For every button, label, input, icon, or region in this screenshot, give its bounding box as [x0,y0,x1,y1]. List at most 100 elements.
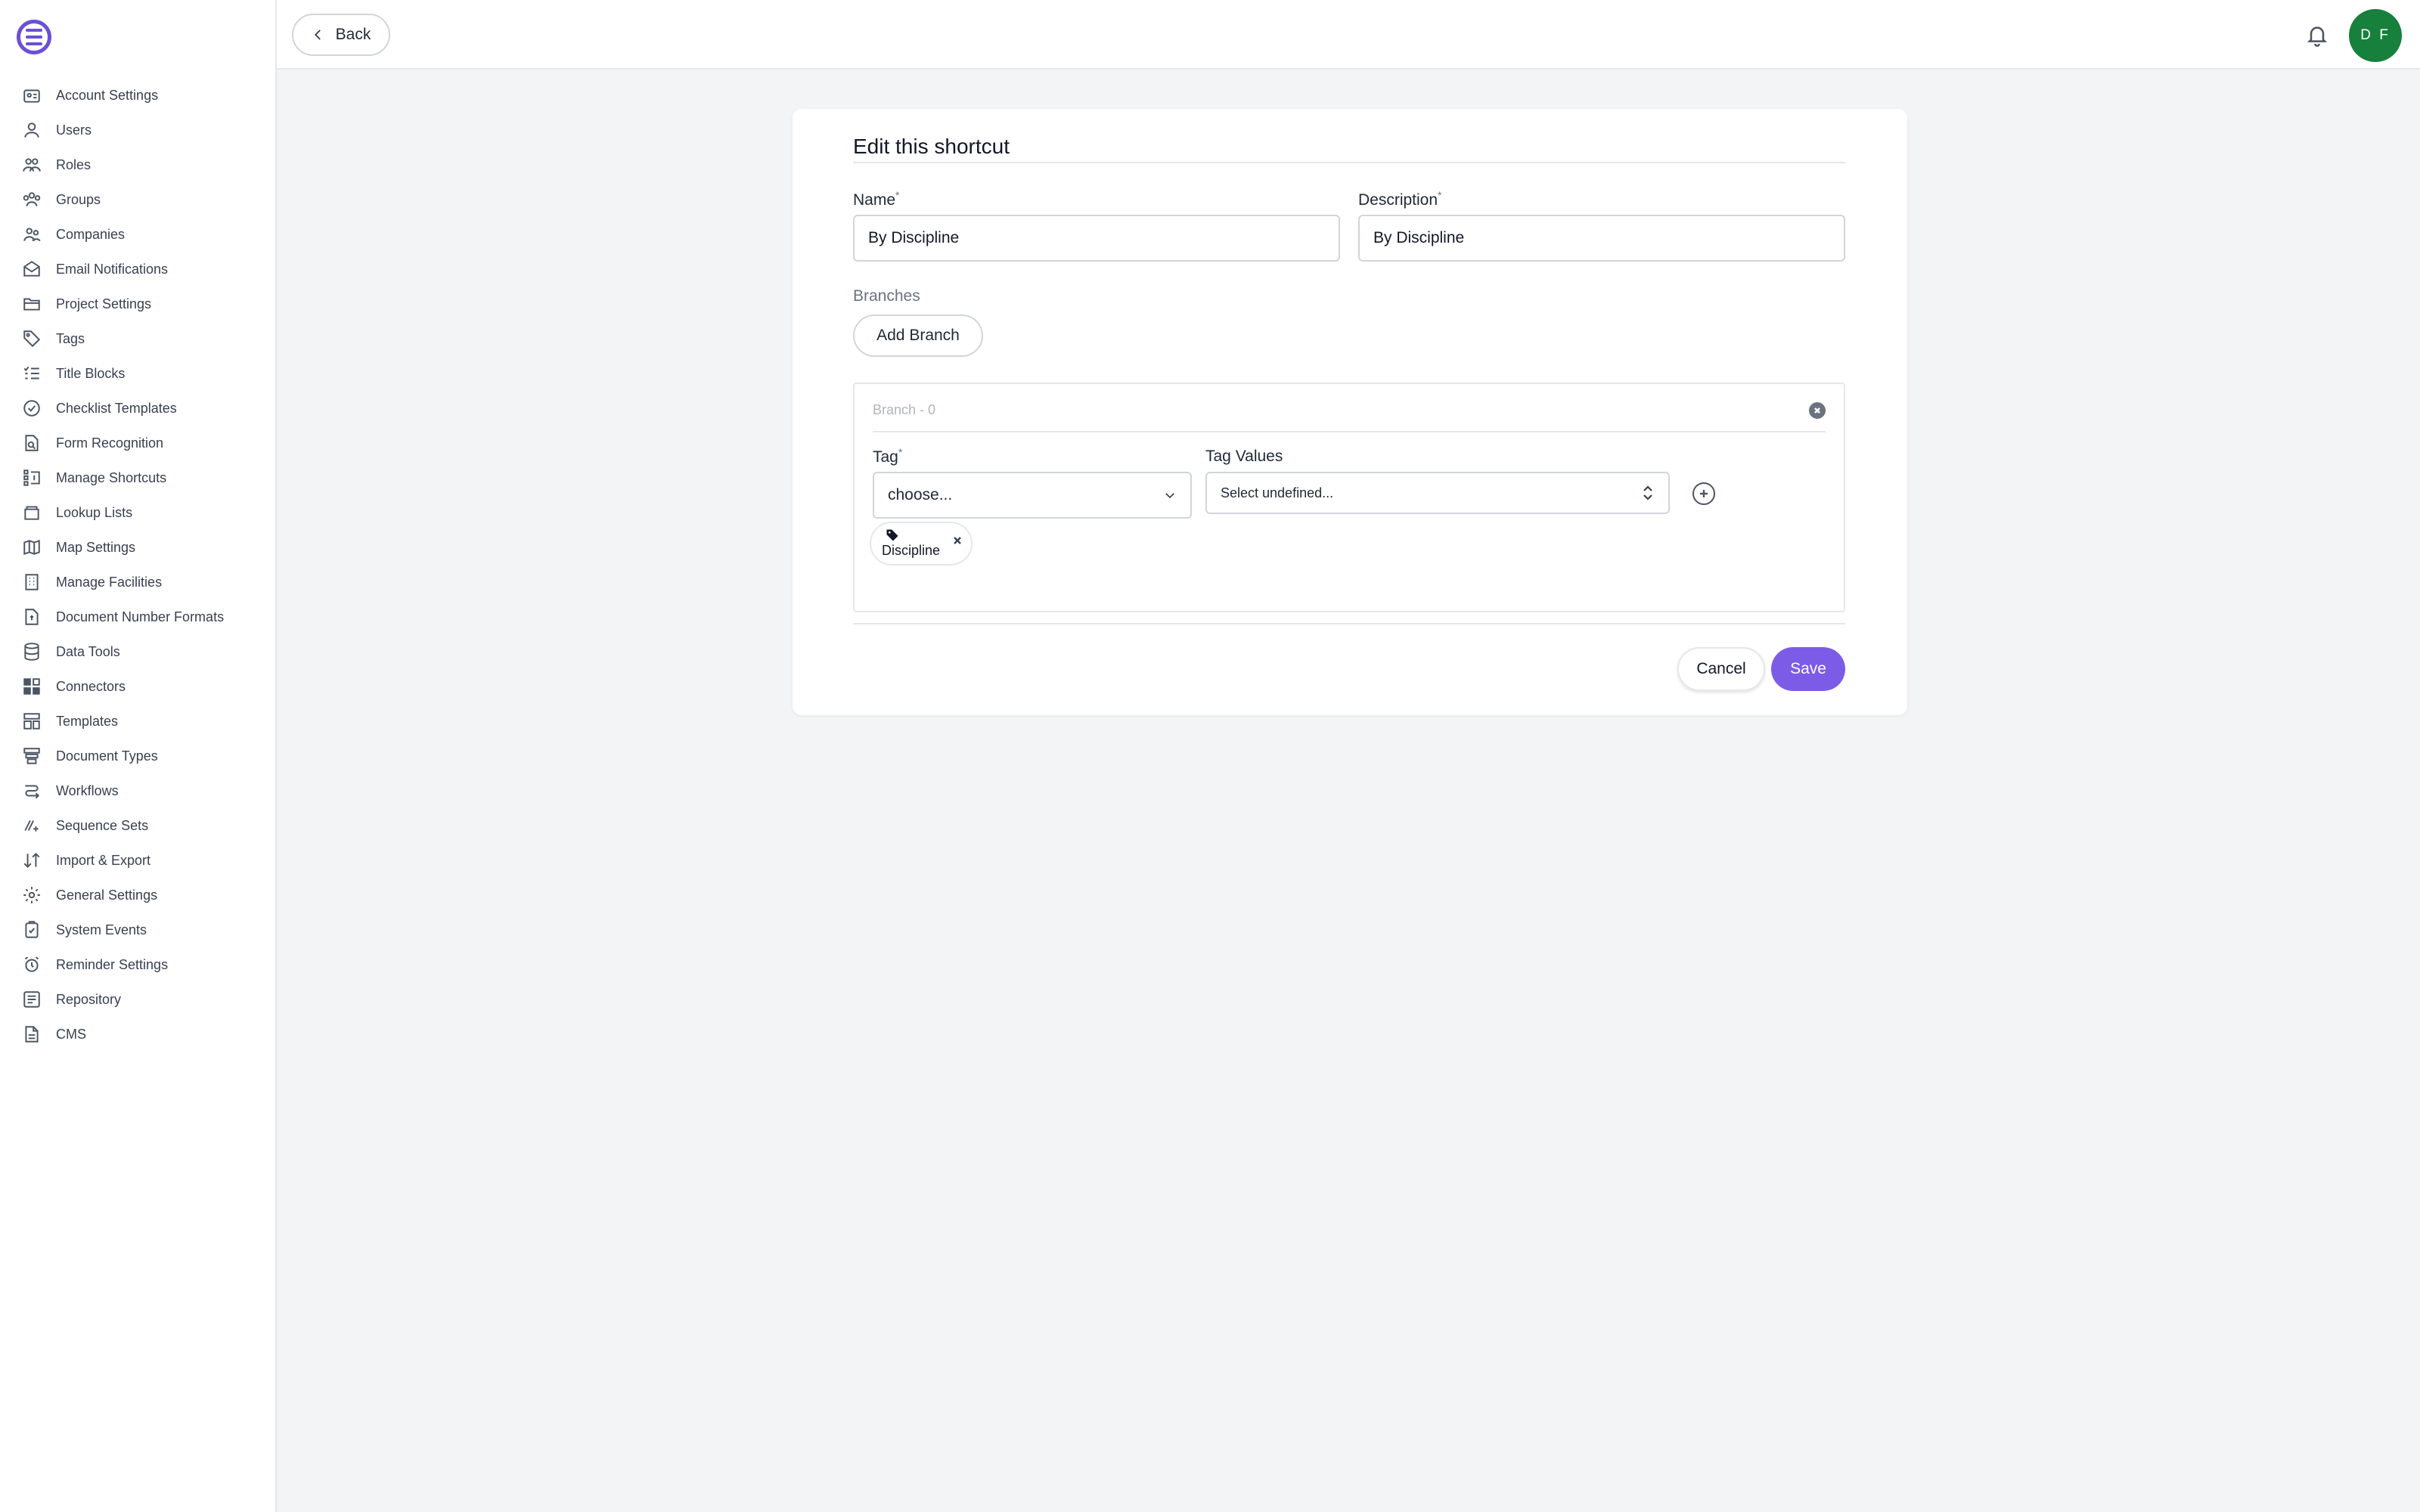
sidebar-item-label: Workflows [56,782,119,798]
sidebar-item-roles[interactable]: Roles [0,147,277,182]
check-circle-icon [21,398,42,419]
gear-icon [21,885,42,906]
sidebar-item-label: Groups [56,191,101,207]
cancel-button[interactable]: Cancel [1677,647,1765,691]
list-icon [21,363,42,384]
tag-chip-label: Discipline [882,543,941,558]
sidebar-item-project-settings[interactable]: Project Settings [0,287,277,321]
chevron-up-down-icon [1643,485,1652,500]
map-icon [21,537,42,558]
save-button[interactable]: Save [1771,647,1845,691]
sidebar-item-companies[interactable]: Companies [0,217,277,252]
required-mark: * [895,189,900,201]
footer-divider [853,623,1845,624]
tag-select[interactable]: choose... [873,472,1192,519]
tag-label-text: Tag [873,448,898,466]
groups-icon [21,189,42,210]
sidebar-item-repository[interactable]: Repository [0,982,277,1017]
sidebar-item-manage-facilities[interactable]: Manage Facilities [0,565,277,600]
required-mark: * [898,446,903,458]
title-divider [853,162,1845,163]
sidebar-item-title-blocks[interactable]: Title Blocks [0,356,277,391]
sidebar-item-cms[interactable]: CMS [0,1017,277,1052]
sidebar-item-label: Account Settings [56,87,159,103]
sidebar-item-label: Map Settings [56,539,136,555]
sidebar-item-import-and-export[interactable]: Import & Export [0,843,277,878]
sidebar-item-label: Roles [56,156,92,172]
sidebar-nav: Account Settings Users Roles Groups Companie… [0,78,277,1052]
sidebar-item-label: General Settings [56,887,158,903]
building-icon [21,572,42,593]
page-title: Edit this shortcut [853,135,1010,158]
sidebar-item-system-events[interactable]: System Events [0,912,277,947]
branch-name: Branch - 0 [873,402,936,417]
remove-chip-icon[interactable] [953,535,965,547]
add-branch-button[interactable]: Add Branch [853,314,983,357]
sidebar-item-workflows[interactable]: Workflows [0,773,277,808]
app-logo-icon[interactable] [17,20,51,54]
sidebar-item-general-settings[interactable]: General Settings [0,878,277,912]
sidebar-item-label: Lookup Lists [56,504,133,520]
tag-icon [886,529,898,541]
users-icon [21,119,42,141]
name-input[interactable] [853,215,1340,262]
sidebar-item-lookup-lists[interactable]: Lookup Lists [0,495,277,530]
description-label-text: Description [1358,191,1438,209]
tag-values-select[interactable]: Select undefined... [1205,472,1670,514]
description-label: Description* [1358,189,1442,209]
sidebar-item-manage-shortcuts[interactable]: Manage Shortcuts [0,460,277,495]
repository-icon [21,989,42,1010]
sidebar-item-map-settings[interactable]: Map Settings [0,530,277,565]
sidebar-item-label: Manage Facilities [56,574,163,590]
clipboard-check-icon [21,919,42,940]
sidebar-item-document-types[interactable]: Document Types [0,739,277,773]
name-label-text: Name [853,191,896,209]
sidebar-item-email-notifications[interactable]: Email Notifications [0,252,277,287]
notifications-bell-icon[interactable] [2302,20,2332,50]
sidebar-item-tags[interactable]: Tags [0,321,277,356]
file-icon [21,1024,42,1045]
add-tag-value-icon[interactable] [1692,482,1715,505]
workflow-icon [21,780,42,801]
tag-select-value: choose... [888,486,953,503]
sidebar-item-users[interactable]: Users [0,113,277,147]
document-number-icon [21,606,42,627]
sidebar-item-templates[interactable]: Templates [0,704,277,739]
sidebar-item-reminder-settings[interactable]: Reminder Settings [0,947,277,982]
sidebar-item-connectors[interactable]: Connectors [0,669,277,704]
sidebar-item-checklist-templates[interactable]: Checklist Templates [0,391,277,426]
branch-divider [873,431,1826,432]
sidebar-item-groups[interactable]: Groups [0,182,277,217]
tag-values-select-value: Select undefined... [1221,485,1334,500]
description-input[interactable] [1358,215,1845,262]
database-icon [21,641,42,662]
chevron-left-icon [314,29,321,40]
sidebar-item-account-settings[interactable]: Account Settings [0,78,277,113]
sidebar-item-form-recognition[interactable]: Form Recognition [0,426,277,460]
branch-panel: Branch - 0 Tag* choose... Tag Values Sel… [853,383,1845,612]
tag-chip: Discipline [870,522,973,565]
sidebar-item-document-number-formats[interactable]: Document Number Formats [0,600,277,634]
remove-branch-icon[interactable] [1809,402,1826,419]
companies-icon [21,224,42,245]
sidebar-item-data-tools[interactable]: Data Tools [0,634,277,669]
folder-icon [21,293,42,314]
sidebar-item-label: Checklist Templates [56,400,177,416]
top-bar: Back D F [277,0,2420,70]
email-icon [21,259,42,280]
sidebar-item-label: System Events [56,922,147,937]
sidebar-item-label: Tags [56,330,85,346]
sidebar-item-label: Connectors [56,678,126,694]
user-avatar[interactable]: D F [2349,9,2402,62]
sidebar-item-sequence-sets[interactable]: Sequence Sets [0,808,277,843]
back-button[interactable]: Back [292,14,390,56]
alarm-icon [21,954,42,975]
sidebar-item-label: Repository [56,991,122,1007]
sidebar-item-label: Import & Export [56,852,151,868]
document-types-icon [21,745,42,767]
name-label: Name* [853,189,899,209]
sidebar-item-label: Users [56,122,92,138]
sidebar-item-label: Document Number Formats [56,609,225,624]
required-mark: * [1438,189,1442,201]
sidebar-item-label: Sequence Sets [56,817,149,833]
